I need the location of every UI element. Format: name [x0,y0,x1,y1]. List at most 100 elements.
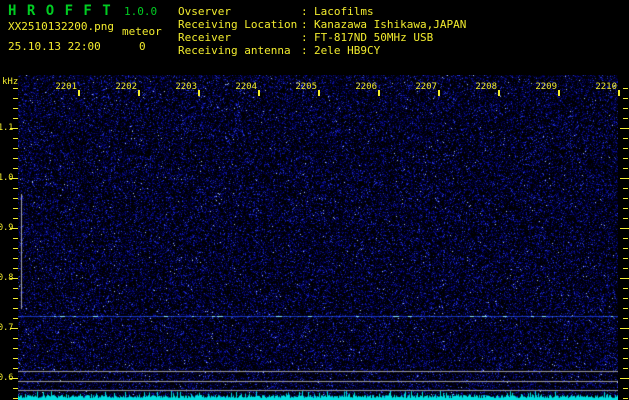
freq-minor-tick-left [13,128,18,129]
time-tick-label: 2209 [535,82,557,92]
minute-tick-mark [618,90,620,96]
freq-minor-tick-right [623,298,628,299]
minute-tick-mark [498,90,500,96]
freq-minor-tick-left [13,308,18,309]
freq-minor-tick-right [623,158,628,159]
app-version-label: 1.0.0 [124,5,158,18]
freq-minor-tick-left [13,318,18,319]
freq-minor-tick-left [13,208,18,209]
freq-minor-tick-left [13,218,18,219]
freq-minor-tick-left [13,258,18,259]
freq-minor-tick-left [13,168,18,169]
freq-minor-tick-right [623,308,628,309]
freq-minor-tick-left [13,368,18,369]
observation-mode-label: meteor [122,25,162,38]
freq-minor-tick-left [13,358,18,359]
freq-minor-tick-left [13,338,18,339]
freq-minor-tick-left [13,158,18,159]
freq-minor-tick-right [623,238,628,239]
time-tick-label: 2205 [295,82,317,92]
freq-minor-tick-right [623,248,628,249]
freq-minor-tick-right [623,178,628,179]
observer-row-label: Receiver [178,31,231,44]
freq-minor-tick-right [623,168,628,169]
observer-row-label: Ovserver [178,5,231,18]
observer-row-colon: : [301,18,308,31]
freq-minor-tick-right [623,108,628,109]
time-tick-label: 2204 [235,82,257,92]
freq-minor-tick-left [13,378,18,379]
freq-minor-tick-left [13,388,18,389]
freq-minor-tick-right [623,398,628,399]
observer-row: Receiver : FT-817ND 50MHz USB [0,31,433,44]
time-tick-label: 2206 [355,82,377,92]
freq-minor-tick-right [623,208,628,209]
freq-minor-tick-left [13,178,18,179]
freq-minor-tick-left [13,188,18,189]
freq-minor-tick-right [623,388,628,389]
observer-row-label: Receiving antenna [178,44,291,57]
freq-minor-tick-left [13,268,18,269]
minute-tick-mark [558,90,560,96]
freq-minor-tick-right [623,378,628,379]
freq-minor-tick-right [623,228,628,229]
observer-row-colon: : [301,31,308,44]
minute-tick-mark [138,90,140,96]
freq-minor-tick-right [623,198,628,199]
observer-row-colon: : [301,44,308,57]
freq-minor-tick-right [623,348,628,349]
freq-minor-tick-right [623,328,628,329]
observer-row-label: Receiving Location [178,18,298,31]
freq-minor-tick-right [623,368,628,369]
freq-minor-tick-right [623,138,628,139]
freq-minor-tick-left [13,298,18,299]
observer-row-value: Lacofilms [314,5,374,18]
freq-minor-tick-right [623,128,628,129]
time-tick-label: 2202 [115,82,137,92]
observer-row-value: 2ele HB9CY [314,44,381,57]
freq-minor-tick-left [13,198,18,199]
minute-tick-mark [438,90,440,96]
freq-minor-tick-right [623,88,628,89]
freq-minor-tick-right [623,358,628,359]
observer-row-value: Kanazawa Ishikawa,JAPAN [314,18,467,31]
observer-row: Ovserver : Lacofilms [0,5,374,18]
minute-tick-mark [78,90,80,96]
freq-minor-tick-right [623,278,628,279]
freq-minor-tick-right [623,338,628,339]
freq-minor-tick-left [13,278,18,279]
freq-minor-tick-right [623,118,628,119]
freq-minor-tick-left [13,88,18,89]
freq-minor-tick-left [13,118,18,119]
freq-minor-tick-left [13,138,18,139]
time-tick-label: 2210 [595,82,617,92]
freq-minor-tick-right [623,148,628,149]
meteor-count-value: 0 [139,40,146,53]
observer-row-colon: : [301,5,308,18]
freq-minor-tick-left [13,248,18,249]
freq-minor-tick-right [623,288,628,289]
freq-minor-tick-left [13,348,18,349]
observer-row: Receiving antenna : 2ele HB9CY [0,44,380,57]
spectrogram-canvas [18,75,618,400]
freq-minor-tick-left [13,238,18,239]
freq-minor-tick-left [13,98,18,99]
minute-tick-mark [378,90,380,96]
freq-minor-tick-left [13,288,18,289]
y-axis-unit-label: kHz [2,77,19,87]
observer-row-value: FT-817ND 50MHz USB [314,31,434,44]
minute-tick-mark [258,90,260,96]
freq-minor-tick-left [13,328,18,329]
observer-row: Receiving Location : Kanazawa Ishikawa,J… [0,18,466,31]
time-tick-label: 2207 [415,82,437,92]
freq-minor-tick-left [13,108,18,109]
freq-minor-tick-left [13,398,18,399]
minute-tick-mark [318,90,320,96]
freq-minor-tick-left [13,228,18,229]
freq-minor-tick-right [623,98,628,99]
time-tick-label: 2208 [475,82,497,92]
freq-minor-tick-left [13,148,18,149]
minute-tick-mark [198,90,200,96]
time-tick-label: 2203 [175,82,197,92]
freq-minor-tick-right [623,218,628,219]
